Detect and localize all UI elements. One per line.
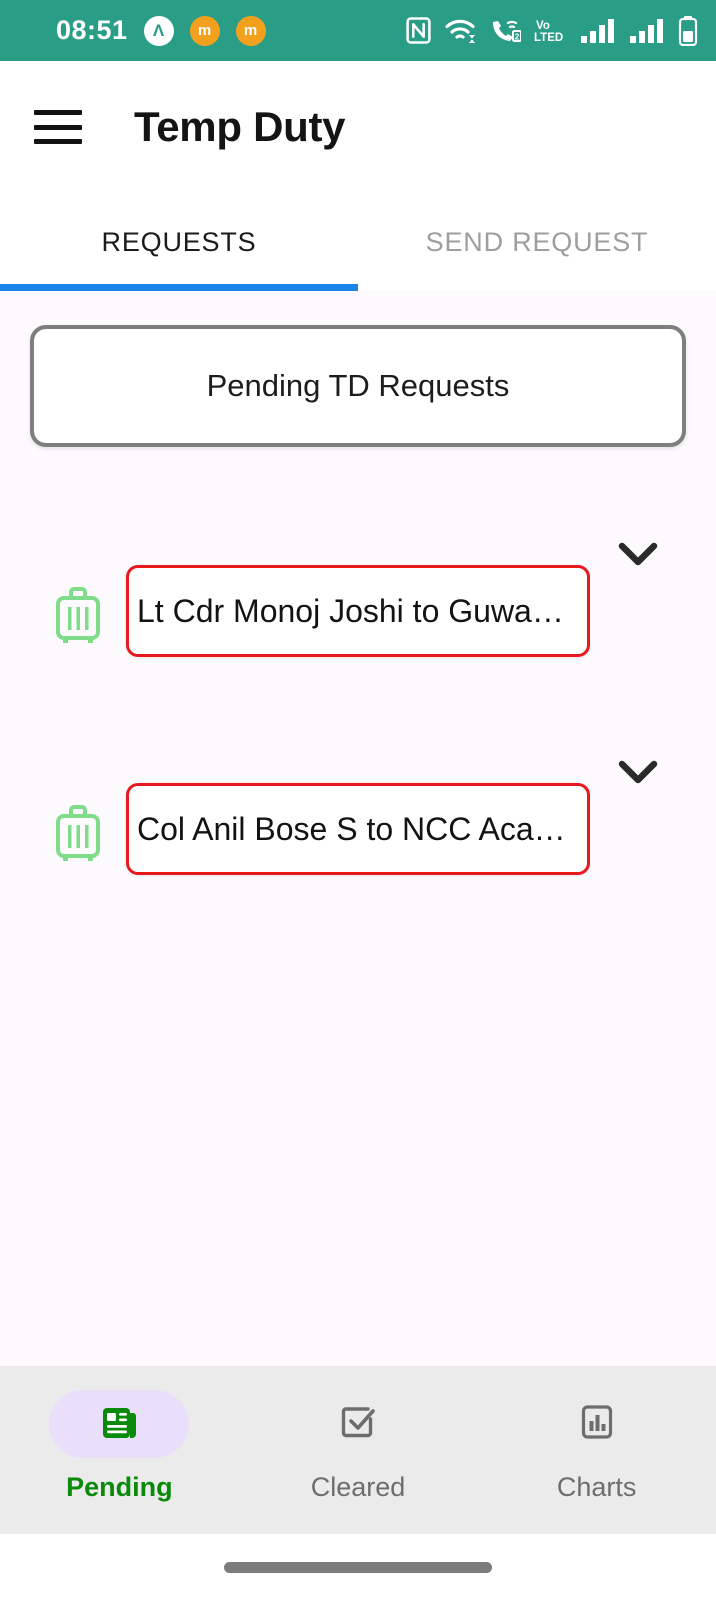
checkbox-check-icon [335,1399,381,1450]
status-bar: 08:51 Λ m m 2 Vo LTED [0,0,716,61]
signal-sim2-icon [629,17,665,44]
suitcase-icon [30,749,126,861]
nav-active-pill [49,1390,190,1458]
app-badge-a-icon: Λ [143,15,174,46]
status-bar-clock: 08:51 [56,15,128,45]
pending-requests-header-card[interactable]: Pending TD Requests [30,325,686,447]
svg-text:LTED: LTED [534,32,563,44]
nav-icon-wrap [288,1390,428,1458]
request-pill[interactable]: Lt Cdr Monoj Joshi to Guwa… [126,565,590,657]
vowifi-call-icon: 2 [489,17,521,44]
battery-icon [678,15,698,46]
nav-item-charts[interactable]: Charts [477,1390,716,1503]
tab-active-indicator [0,284,358,291]
svg-text:2: 2 [515,32,520,41]
home-gesture-handle[interactable] [224,1561,492,1573]
request-label: Col Anil Bose S to NCC Aca… [137,810,566,847]
list-item[interactable]: Lt Cdr Monoj Joshi to Guwa… [30,531,686,749]
nav-label-pending: Pending [66,1472,173,1502]
nav-item-pending[interactable]: Pending [0,1390,239,1503]
nav-item-cleared[interactable]: Cleared [239,1390,478,1503]
svg-text:Vo: Vo [536,20,550,32]
bottom-navigation: Pending Cleared Charts [0,1366,716,1534]
page-title: Temp Duty [134,103,346,150]
bar-chart-icon [575,1400,619,1449]
suitcase-icon [30,531,126,643]
signal-sim1-icon [580,17,616,44]
app-badge-orange-2-icon: m [235,15,266,46]
request-list: Lt Cdr Monoj Joshi to Guwa… Col Anil Bos… [30,531,686,967]
hamburger-menu-icon[interactable] [34,110,82,144]
chevron-down-icon[interactable] [590,749,686,787]
gesture-bar [0,1534,716,1600]
status-bar-left: 08:51 Λ m m [56,15,266,46]
app-bar: Temp Duty [0,61,716,193]
status-bar-right: 2 Vo LTED [406,15,698,46]
request-pill[interactable]: Col Anil Bose S to NCC Aca… [126,783,590,875]
wifi-icon [444,17,476,44]
section-header-label: Pending TD Requests [206,368,510,403]
nfc-icon [406,17,431,44]
request-label: Lt Cdr Monoj Joshi to Guwa… [137,592,564,629]
volte-icon: Vo LTED [534,17,567,44]
tab-bar: REQUESTS SEND REQUEST [0,193,716,291]
main-content: Pending TD Requests Lt Cdr Monoj Joshi t… [0,291,716,1366]
nav-label-charts: Charts [556,1472,637,1502]
chevron-down-icon[interactable] [590,531,686,569]
tab-requests[interactable]: REQUESTS [0,193,358,291]
phone-screen: 08:51 Λ m m 2 Vo LTED Temp Duty REQUESTS… [0,0,716,1600]
newspaper-icon [95,1398,143,1451]
nav-icon-wrap [527,1390,667,1458]
nav-label-cleared: Cleared [310,1472,406,1502]
tab-send-request[interactable]: SEND REQUEST [358,193,716,291]
app-badge-orange-1-icon: m [189,15,220,46]
list-item[interactable]: Col Anil Bose S to NCC Aca… [30,749,686,967]
